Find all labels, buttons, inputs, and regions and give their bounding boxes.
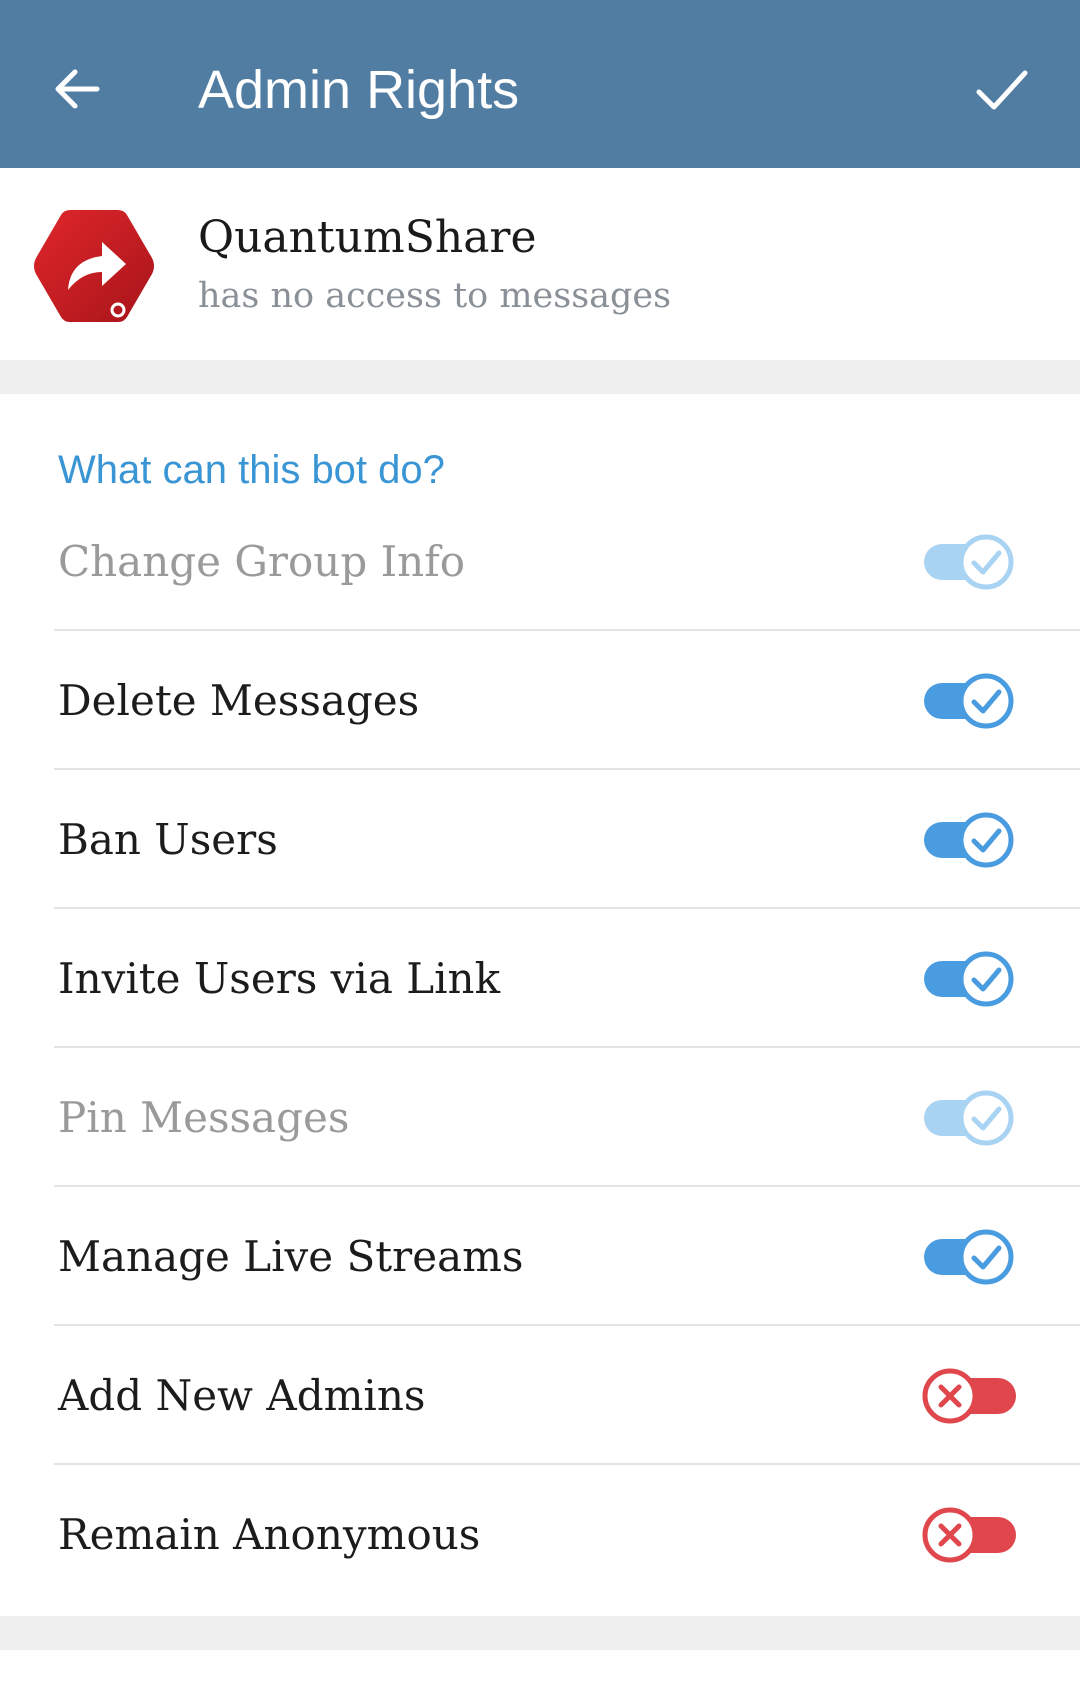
bot-name: QuantumShare bbox=[198, 212, 537, 263]
right-label: Ban Users bbox=[58, 815, 278, 864]
right-label: Manage Live Streams bbox=[58, 1232, 524, 1281]
right-row[interactable]: Add New Admins bbox=[0, 1326, 1080, 1465]
toggle-on[interactable] bbox=[918, 949, 1022, 1009]
right-label: Invite Users via Link bbox=[58, 954, 501, 1003]
right-row[interactable]: Manage Live Streams bbox=[0, 1187, 1080, 1326]
right-row[interactable]: Ban Users bbox=[0, 770, 1080, 909]
share-arrow-hexagon-icon bbox=[34, 210, 154, 322]
toggle-on[interactable] bbox=[918, 532, 1022, 592]
right-row[interactable]: Invite Users via Link bbox=[0, 909, 1080, 1048]
toggle-on[interactable] bbox=[918, 1227, 1022, 1287]
right-row[interactable]: Remain Anonymous bbox=[0, 1465, 1080, 1604]
right-row[interactable]: Pin Messages bbox=[0, 1048, 1080, 1187]
right-row[interactable]: Delete Messages bbox=[0, 631, 1080, 770]
section-divider bbox=[0, 360, 1080, 394]
right-label: Delete Messages bbox=[58, 676, 420, 725]
done-button[interactable] bbox=[970, 62, 1034, 118]
rights-section: What can this bot do? Change Group Info D… bbox=[0, 394, 1080, 1616]
bot-header: QuantumShare has no access to messages bbox=[0, 168, 1080, 360]
back-button[interactable] bbox=[50, 62, 104, 116]
page-title: Admin Rights bbox=[198, 60, 520, 120]
bot-status: has no access to messages bbox=[198, 276, 672, 316]
checkmark-icon bbox=[976, 70, 1028, 110]
right-label: Pin Messages bbox=[58, 1093, 350, 1142]
arrow-left-icon bbox=[55, 69, 100, 109]
toggle-off[interactable] bbox=[918, 1366, 1022, 1426]
toggle-off[interactable] bbox=[918, 1505, 1022, 1565]
toggle-on[interactable] bbox=[918, 1088, 1022, 1148]
app-bar: Admin Rights bbox=[0, 0, 1080, 168]
toggle-on[interactable] bbox=[918, 671, 1022, 731]
right-label: Add New Admins bbox=[58, 1371, 426, 1420]
right-label: Change Group Info bbox=[58, 537, 466, 586]
right-label: Remain Anonymous bbox=[58, 1510, 481, 1559]
toggle-on[interactable] bbox=[918, 810, 1022, 870]
section-title: What can this bot do? bbox=[58, 448, 445, 492]
right-row[interactable]: Change Group Info bbox=[0, 492, 1080, 631]
section-divider-bottom bbox=[0, 1616, 1080, 1650]
